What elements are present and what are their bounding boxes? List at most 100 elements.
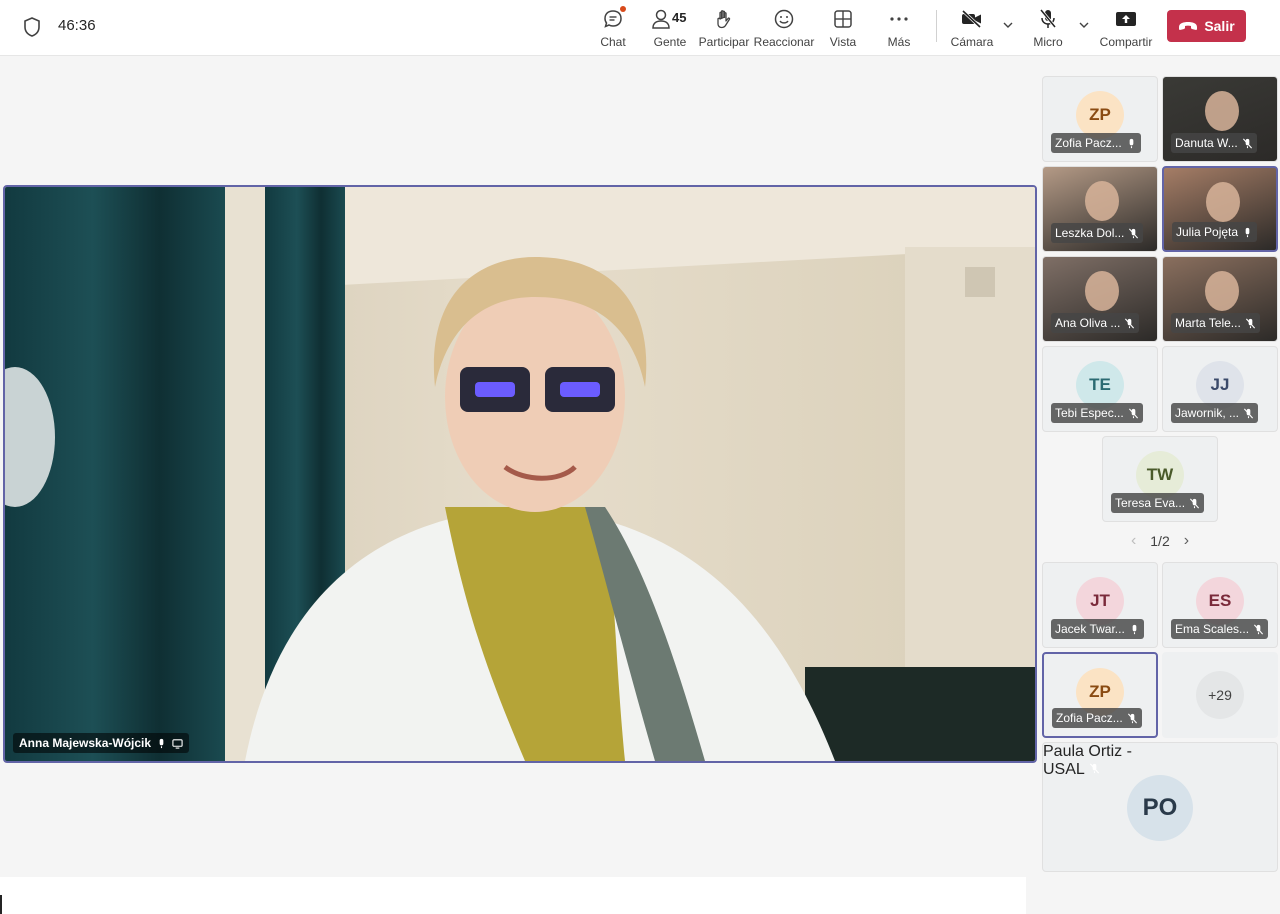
participant-name: Ana Oliva ...	[1055, 316, 1121, 330]
participant-name: Zofia Pacz...	[1055, 136, 1122, 150]
participant-tile[interactable]: TW Teresa Eva...	[1102, 436, 1218, 522]
people-label: Gente	[653, 35, 687, 49]
participant-name-tag: Jawornik, ...	[1171, 403, 1259, 423]
more-button[interactable]: Más	[884, 6, 914, 52]
next-page-icon[interactable]: ›	[1184, 532, 1189, 550]
participant-tile[interactable]: Danuta W...	[1162, 76, 1278, 162]
previous-page-icon[interactable]: ‹	[1131, 532, 1136, 550]
participant-tile[interactable]: PO Paula Ortiz - USAL	[1042, 742, 1278, 872]
participant-name: Jacek Twar...	[1055, 622, 1125, 636]
camera-button[interactable]: Cámara	[951, 6, 993, 52]
text-cursor	[0, 895, 2, 914]
participant-name-tag: Tebi Espec...	[1051, 403, 1143, 423]
participant-tile[interactable]: TE Tebi Espec...	[1042, 346, 1158, 432]
more-label: Más	[887, 35, 911, 49]
avatar: ZP	[1076, 91, 1124, 139]
unread-dot	[620, 6, 626, 12]
participant-video	[1206, 182, 1240, 222]
mic-button[interactable]: Micro	[1032, 6, 1064, 52]
react-button[interactable]: Reaccionar	[754, 6, 814, 52]
participant-name: Marta Tele...	[1175, 316, 1241, 330]
mic-off-icon	[1128, 408, 1138, 418]
participant-name-tag: Marta Tele...	[1171, 313, 1260, 333]
share-label: Compartir	[1099, 35, 1153, 49]
leave-button[interactable]: Salir	[1167, 10, 1246, 42]
participant-tile[interactable]: JJ Jawornik, ...	[1162, 346, 1278, 432]
view-label: Vista	[829, 35, 857, 49]
avatar: TW	[1136, 451, 1184, 499]
people-button[interactable]: 45 Gente	[650, 6, 690, 52]
participant-name: Tebi Espec...	[1055, 406, 1124, 420]
overflow-count: +29	[1196, 671, 1244, 719]
meeting-timer: 46:36	[58, 17, 96, 34]
hang-up-icon	[1179, 22, 1198, 30]
view-button[interactable]: Vista	[828, 6, 858, 52]
participant-tile[interactable]: Marta Tele...	[1162, 256, 1278, 342]
mic-off-icon	[1039, 9, 1057, 28]
people-icon	[652, 9, 670, 29]
participant-name-tag: Paula Ortiz - USAL	[1043, 743, 1173, 779]
mic-icon	[1132, 624, 1137, 634]
mic-off-icon	[1129, 228, 1139, 238]
participant-tile[interactable]: Leszka Dol...	[1042, 166, 1158, 252]
screen-share-icon	[172, 738, 183, 749]
participant-name-tag: Jacek Twar...	[1051, 619, 1144, 639]
participant-name-tag: Ana Oliva ...	[1051, 313, 1140, 333]
participant-name: Jawornik, ...	[1175, 406, 1240, 420]
participant-video	[1085, 181, 1119, 221]
mic-icon	[1129, 138, 1134, 148]
shield-icon	[24, 17, 40, 37]
participant-name-tag: Teresa Eva...	[1111, 493, 1205, 513]
meeting-toolbar: 46:36 Chat 45 Gente Participar Reacciona…	[0, 0, 1280, 56]
mic-off-icon	[1253, 624, 1264, 634]
mic-options-chevron-icon[interactable]	[1077, 18, 1091, 32]
mic-off-icon	[1125, 318, 1135, 328]
participant-name: Leszka Dol...	[1055, 226, 1125, 240]
mic-icon	[1245, 227, 1250, 237]
participant-tile[interactable]: Julia Pojęta	[1162, 166, 1278, 252]
mic-off-icon	[1127, 713, 1137, 723]
participant-tile[interactable]: Ana Oliva ...	[1042, 256, 1158, 342]
grid-icon	[834, 10, 852, 28]
participant-name-tag: Julia Pojęta	[1172, 222, 1258, 242]
speaker-video-frame	[5, 187, 1035, 761]
avatar: TE	[1076, 361, 1124, 409]
participant-tile[interactable]: ZP Zofia Pacz...	[1042, 76, 1158, 162]
participant-video	[1205, 91, 1239, 131]
more-participants-tile[interactable]: +29	[1162, 652, 1278, 738]
more-icon	[890, 17, 908, 21]
toolbar-divider	[936, 10, 937, 42]
raise-hand-button[interactable]: Participar	[699, 6, 749, 52]
camera-off-icon	[961, 9, 982, 29]
participant-tile[interactable]: JT Jacek Twar...	[1042, 562, 1158, 648]
mic-off-icon	[1189, 498, 1200, 508]
camera-label: Cámara	[950, 35, 994, 49]
chat-button[interactable]: Chat	[597, 6, 629, 52]
mic-label: Micro	[1033, 35, 1063, 49]
participant-name: Julia Pojęta	[1176, 225, 1239, 239]
chat-compose-strip[interactable]	[0, 877, 1026, 914]
people-count: 45	[672, 10, 687, 25]
participant-name-tag: Danuta W...	[1171, 133, 1257, 153]
share-button[interactable]: Compartir	[1100, 6, 1152, 52]
main-speaker-video[interactable]: Anna Majewska-Wójcik	[3, 185, 1037, 763]
participant-name-tag: Ema Scales...	[1171, 619, 1269, 639]
mic-off-icon	[1245, 318, 1255, 328]
avatar: PO	[1127, 775, 1193, 841]
leave-label: Salir	[1204, 18, 1235, 34]
participant-tile[interactable]: ZP Zofia Pacz...	[1042, 652, 1158, 738]
camera-options-chevron-icon[interactable]	[1001, 18, 1015, 32]
mic-off-icon	[1242, 138, 1252, 148]
chat-label: Chat	[600, 35, 626, 49]
react-label: Reaccionar	[753, 35, 815, 49]
participant-tile[interactable]: ES Ema Scales...	[1162, 562, 1278, 648]
participant-name-tag: Zofia Pacz...	[1052, 708, 1142, 728]
participant-name-tag: Leszka Dol...	[1051, 223, 1144, 243]
speaker-name-tag: Anna Majewska-Wójcik	[13, 733, 190, 753]
participant-name: Paula Ortiz - USAL	[1043, 743, 1132, 778]
participant-name: Zofia Pacz...	[1056, 711, 1123, 725]
share-icon	[1116, 12, 1136, 26]
participant-video	[1085, 271, 1119, 311]
page-indicator: 1/2	[1150, 533, 1170, 549]
mic-off-icon	[1243, 408, 1254, 418]
